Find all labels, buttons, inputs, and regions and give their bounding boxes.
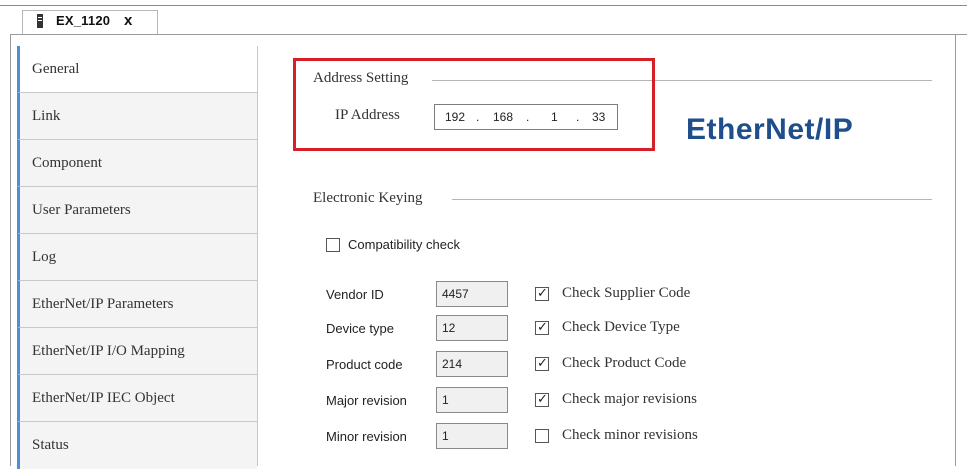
product-code-field: 214 [436, 351, 508, 377]
minor-revision-label: Minor revision [326, 429, 407, 444]
sidebar-item-label: Link [32, 108, 61, 124]
checkmark-icon: ✓ [537, 356, 548, 371]
check-major-revisions-checkbox[interactable]: ✓ [535, 392, 549, 407]
minor-revision-field: 1 [436, 423, 508, 449]
highlight-box [293, 58, 655, 151]
electronic-keying-divider [452, 199, 932, 200]
checkmark-icon: ✓ [537, 286, 548, 301]
check-minor-revisions-label: Check minor revisions [562, 427, 698, 443]
window-top-border [0, 5, 967, 6]
major-revision-label: Major revision [326, 393, 407, 408]
ethernet-ip-logo: EtherNet/IP [686, 113, 854, 146]
vendor-id-field: 4457 [436, 281, 508, 307]
check-supplier-code-checkbox[interactable]: ✓ [535, 286, 549, 301]
checkmark-icon: ✓ [537, 320, 548, 335]
check-major-revisions-label: Check major revisions [562, 391, 697, 407]
device-type-value: 12 [442, 321, 456, 335]
major-revision-field: 1 [436, 387, 508, 413]
sidebar-item-label: Status [32, 437, 69, 453]
vendor-id-label: Vendor ID [326, 287, 384, 302]
check-product-code-checkbox[interactable]: ✓ [535, 356, 549, 371]
device-icon [37, 14, 43, 28]
sidebar-item-label: General [32, 61, 80, 77]
sidebar-item-label: EtherNet/IP Parameters [32, 296, 174, 312]
sidebar-item-ethernetip-parameters[interactable]: EtherNet/IP Parameters [17, 281, 257, 328]
sidebar-item-log[interactable]: Log [17, 234, 257, 281]
sidebar-item-label: Log [32, 249, 57, 265]
tab-title: EX_1120 [56, 13, 111, 28]
major-revision-value: 1 [442, 393, 449, 407]
check-device-type-checkbox[interactable]: ✓ [535, 320, 549, 335]
minor-revision-value: 1 [442, 429, 449, 443]
electronic-keying-title: Electronic Keying [313, 190, 423, 206]
compatibility-check-checkbox[interactable] [326, 238, 340, 252]
sidebar-item-label: User Parameters [32, 202, 131, 218]
sidebar-item-label: EtherNet/IP IEC Object [32, 390, 175, 406]
sidebar-item-ethernetip-io-mapping[interactable]: EtherNet/IP I/O Mapping [17, 328, 257, 375]
sidebar-item-label: EtherNet/IP I/O Mapping [32, 343, 185, 359]
product-code-label: Product code [326, 357, 403, 372]
device-type-field: 12 [436, 315, 508, 341]
check-device-type-label: Check Device Type [562, 319, 680, 335]
check-minor-revisions-checkbox[interactable] [535, 429, 549, 443]
vendor-id-value: 4457 [442, 287, 469, 301]
product-code-value: 214 [442, 357, 463, 371]
sidebar-item-ethernetip-iec-object[interactable]: EtherNet/IP IEC Object [17, 375, 257, 422]
sidebar-item-component[interactable]: Component [17, 140, 257, 187]
tab-close-icon[interactable]: x [124, 12, 132, 29]
check-supplier-code-label: Check Supplier Code [562, 285, 691, 301]
device-type-label: Device type [326, 321, 394, 336]
sidebar: General Link Component User Parameters L… [17, 46, 258, 469]
check-product-code-label: Check Product Code [562, 355, 687, 371]
sidebar-item-label: Component [32, 155, 102, 171]
checkmark-icon: ✓ [537, 392, 548, 407]
sidebar-item-user-parameters[interactable]: User Parameters [17, 187, 257, 234]
compatibility-check-label: Compatibility check [348, 237, 460, 252]
sidebar-item-status[interactable]: Status [17, 422, 257, 469]
sidebar-item-general[interactable]: General [17, 46, 257, 93]
sidebar-item-link[interactable]: Link [17, 93, 257, 140]
